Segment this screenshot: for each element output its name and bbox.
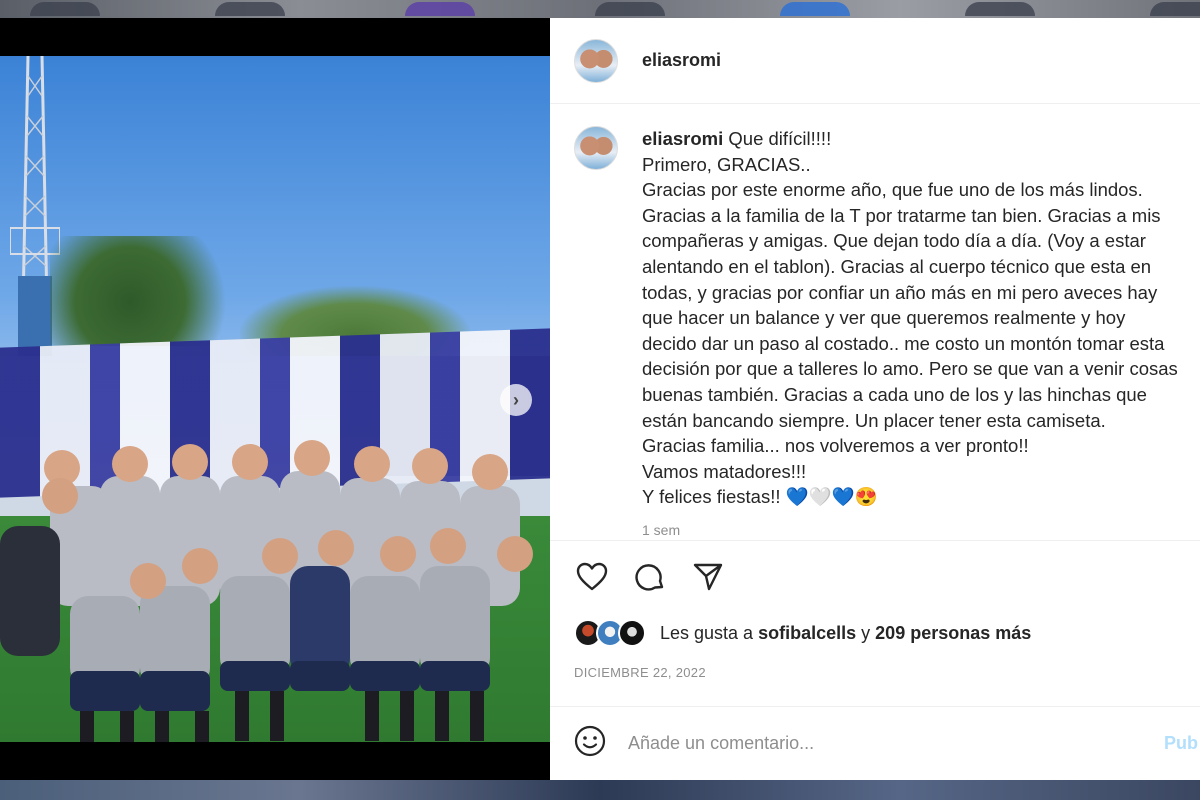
caption-text: buenas también. Gracias a cada uno de lo… [642,383,1147,405]
caption-text: Gracias por este enorme año, que fue uno… [642,179,1143,201]
share-button[interactable] [690,559,726,595]
post-time-ago[interactable]: 1 sem [642,518,1200,540]
caption-first-line: eliasromi Que difícil!!!! [642,126,1200,152]
post-header: eliasromi [550,18,1200,104]
chevron-right-icon: › [513,389,519,410]
blue-heart-emoji: 💙 [785,486,809,508]
avatar [618,619,646,647]
caption-text: alentando en el tablon). Gracias al cuer… [642,255,1152,277]
story-thumb [1150,2,1200,16]
avatar[interactable] [574,38,618,83]
heart-eyes-emoji: 😍 [854,486,878,508]
emoji-button[interactable] [574,725,606,762]
emoji-icon [574,725,606,757]
story-thumb [965,2,1035,16]
avatar[interactable] [574,126,618,170]
blue-heart-emoji: 💙 [831,486,855,508]
comment-bar: Pub [550,706,1200,780]
team-photo [0,56,550,742]
caption-text: decisión por que a talleres lo amo. Pero… [642,358,1178,380]
post-modal: › eliasromi eliasromi Que difícil!!!! Pr… [0,18,1200,780]
story-thumb [405,2,475,16]
post-date: DICIEMBRE 22, 2022 [574,665,706,680]
header-username[interactable]: eliasromi [642,50,721,71]
backdrop-bottom [0,780,1200,800]
caption-text: Que difícil!!!! [728,128,832,149]
likes-prefix: Les gusta a [660,622,754,643]
heart-icon [576,562,608,591]
publish-button[interactable]: Pub [1164,733,1198,754]
comment-input[interactable] [628,733,1128,754]
caption-area: eliasromi Que difícil!!!! Primero, GRACI… [550,104,1200,540]
like-button[interactable] [574,559,610,595]
caption-text: que hacer un balance y ver que queremos … [642,307,1126,329]
likes-count-link[interactable]: 209 personas más [875,623,1031,643]
likes-user-link[interactable]: sofibalcells [758,623,856,643]
caption: eliasromi Que difícil!!!! Primero, GRACI… [642,126,1200,540]
comment-button[interactable] [632,559,668,595]
trees [50,236,250,346]
caption-text: Primero, GRACIAS.. [642,153,811,175]
caption-text: compañeras y amigas. Que dejan todo día … [642,230,1146,252]
story-thumb [215,2,285,16]
backdrop-top [0,0,1200,18]
caption-text: Gracias a la familia de la T por tratarm… [642,204,1161,226]
likes-row: Les gusta a sofibalcells y 209 personas … [574,613,1176,653]
likes-summary: Les gusta a sofibalcells y 209 personas … [660,623,1031,644]
white-heart-emoji: 🤍 [808,486,832,508]
caption-text: todas, y gracias por confiar un año más … [642,281,1158,303]
caption-last-line: Y felices fiestas!! 💙🤍💙😍 [642,484,1200,510]
caption-text: Y felices fiestas!! [642,486,781,508]
story-thumb [780,2,850,16]
post-actions-section: Les gusta a sofibalcells y 209 personas … [550,540,1200,680]
likes-joiner: y [861,622,871,643]
post-media: › [0,18,550,780]
story-thumb [30,2,100,16]
comment-icon [635,564,664,591]
carousel-next-button[interactable]: › [500,384,532,416]
caption-text: están bancando siempre. Un placer tener … [642,409,1106,431]
caption-text: decido dar un paso al costado.. me costo… [642,332,1165,354]
caption-text: Gracias familia... nos volveremos a ver … [642,435,1029,457]
liker-avatars [574,619,646,647]
story-thumb [595,2,665,16]
share-icon [693,563,723,591]
action-bar [574,541,1176,613]
post-sidebar: eliasromi eliasromi Que difícil!!!! Prim… [550,18,1200,780]
caption-username[interactable]: eliasromi [642,128,723,149]
players-group [0,440,533,742]
caption-text: Vamos matadores!!! [642,460,807,482]
